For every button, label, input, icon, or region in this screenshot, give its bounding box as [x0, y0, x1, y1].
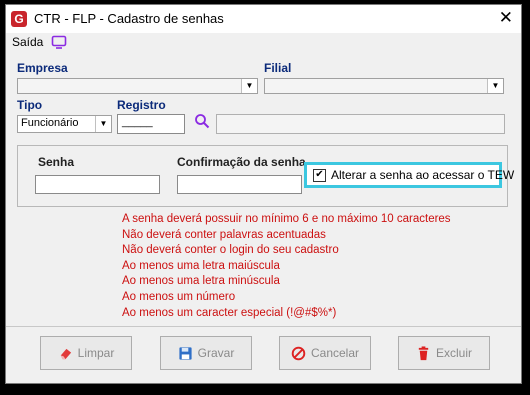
chevron-down-icon[interactable]: ▼	[95, 116, 111, 132]
rule-item: A senha deverá possuir no mínimo 6 e no …	[122, 213, 451, 225]
alterar-senha-checkbox[interactable]: ✔	[313, 169, 326, 182]
tipo-select[interactable]: Funcionário ▼	[17, 115, 112, 133]
search-icon[interactable]	[194, 113, 210, 129]
empresa-select[interactable]: ▼	[17, 78, 258, 94]
excluir-label: Excluir	[435, 346, 472, 360]
window-title: CTR - FLP - Cadastro de senhas	[34, 11, 224, 26]
rule-item: Ao menos uma letra minúscula	[122, 275, 280, 288]
limpar-label: Limpar	[77, 346, 115, 360]
app-logo-icon: G	[11, 11, 27, 27]
trash-icon	[418, 345, 429, 360]
cancelar-button[interactable]: Cancelar	[279, 336, 371, 370]
rule-item: Ao menos uma letra maiúscula	[122, 259, 280, 272]
alterar-senha-checkbox-highlight[interactable]: ✔ Alterar a senha ao acessar o TEW	[304, 162, 514, 188]
gravar-button[interactable]: Gravar	[160, 336, 252, 370]
title-bar: G CTR - FLP - Cadastro de senhas ✕	[6, 5, 521, 33]
confirmacao-label: Confirmação da senha	[177, 155, 306, 169]
limpar-button[interactable]: Limpar	[40, 336, 132, 370]
cancel-icon	[291, 346, 306, 360]
rule-item: Ao menos um número	[122, 290, 236, 303]
filial-label: Filial	[264, 61, 292, 75]
menu-bar: Saída	[6, 33, 521, 53]
close-icon[interactable]: ✕	[499, 9, 513, 27]
registro-name-field	[216, 114, 505, 134]
alterar-senha-label[interactable]: Alterar a senha ao acessar o TEW	[331, 168, 514, 182]
rule-item: Não deverá conter o login do seu cadastr…	[122, 244, 339, 257]
eraser-icon	[60, 348, 71, 359]
tipo-label: Tipo	[17, 98, 43, 112]
registro-label: Registro	[117, 98, 166, 112]
empresa-label: Empresa	[17, 61, 68, 75]
footer-divider	[6, 326, 521, 327]
password-rules: A senha deverá possuir no mínimo 6 e no …	[122, 212, 451, 321]
save-icon	[179, 346, 192, 360]
confirmacao-input[interactable]	[177, 175, 302, 194]
rule-item: Não deverá conter palavras acentuadas	[122, 228, 326, 241]
gravar-label: Gravar	[197, 346, 235, 360]
registro-value: _____	[122, 116, 153, 128]
senha-input[interactable]	[35, 175, 160, 194]
tipo-value: Funcionário	[21, 117, 79, 129]
cancelar-label: Cancelar	[310, 346, 360, 360]
excluir-button[interactable]: Excluir	[398, 336, 490, 370]
chevron-down-icon[interactable]: ▼	[241, 79, 257, 93]
chevron-down-icon[interactable]: ▼	[487, 79, 503, 93]
dialog-window: G CTR - FLP - Cadastro de senhas ✕ Saída…	[5, 4, 522, 384]
menu-item-saida[interactable]: Saída	[12, 35, 43, 49]
rule-item: Ao menos um caracter especial (!@#$%*)	[122, 306, 337, 319]
registro-input[interactable]: _____	[117, 114, 185, 134]
tv-icon[interactable]	[51, 34, 67, 50]
filial-select[interactable]: ▼	[264, 78, 504, 94]
senha-label: Senha	[38, 155, 75, 169]
